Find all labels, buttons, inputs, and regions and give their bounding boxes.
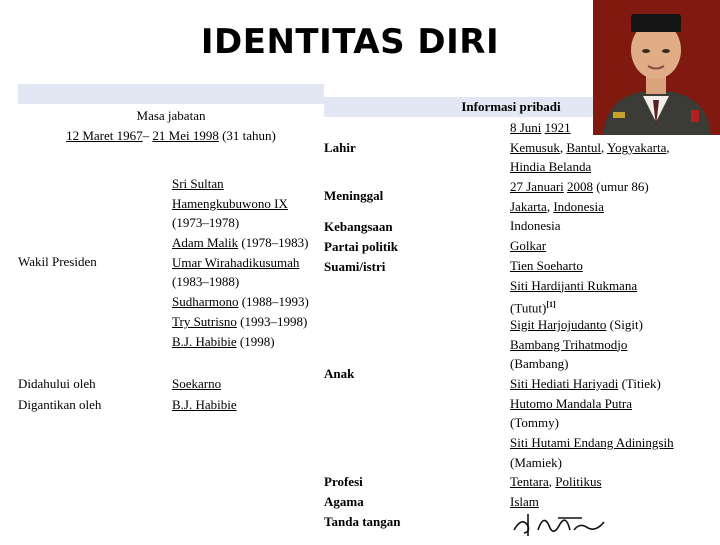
info-link[interactable]: Politikus: [555, 474, 601, 489]
term-separator: –: [142, 128, 153, 143]
vice-president-row: B.J. Habibie (1998): [172, 332, 309, 352]
vice-president-link[interactable]: Try Sutrisno: [172, 314, 237, 329]
info-value-row: Kemusuk, Bantul, Yogyakarta,: [510, 138, 674, 158]
info-value-row: Siti Hediati Hariyadi (Titiek): [510, 374, 674, 394]
info-value-row: Siti Hutami Endang Adiningsih: [510, 433, 674, 453]
vice-president-label: Wakil Presiden: [18, 254, 97, 269]
preceded-by-link[interactable]: Soekarno: [172, 376, 221, 391]
vice-president-link[interactable]: Umar Wirahadikusumah: [172, 255, 299, 270]
info-text: (Bambang): [510, 356, 569, 372]
info-link[interactable]: Hutomo Mandala Putra: [510, 396, 632, 411]
info-value-row: (Bambang): [510, 354, 674, 374]
info-value-row: Jakarta, Indonesia: [510, 197, 674, 217]
info-text: (umur 86): [593, 179, 649, 195]
info-value-row: Hindia Belanda: [510, 157, 674, 177]
vice-president-row: (1983–1988): [172, 272, 309, 292]
personal-info-values: 8 Juni 1921 Kemusuk, Bantul, Yogyakarta, H…: [510, 118, 674, 512]
info-value-row: (Tutut)[1]: [510, 295, 674, 315]
term-value: 12 Maret 1967– 21 Mei 1998 (31 tahun): [18, 126, 324, 146]
info-link[interactable]: 8 Juni: [510, 120, 541, 135]
vice-president-years: (1978–1983): [238, 235, 309, 251]
vice-president-years: (1988–1993): [238, 294, 309, 310]
info-value-row: (Tommy): [510, 413, 674, 433]
left-header-band: [18, 84, 324, 104]
children-label: Anak: [324, 366, 355, 381]
vice-president-row: Umar Wirahadikusumah: [172, 253, 309, 273]
info-text: (Sigit): [606, 316, 643, 332]
born-label: Lahir: [324, 140, 356, 155]
portrait-photo: [593, 0, 720, 135]
info-value-row: Golkar: [510, 236, 674, 256]
info-link[interactable]: Bambang Trihatmodjo: [510, 337, 627, 352]
term-end-link[interactable]: 21 Mei 1998: [152, 128, 218, 143]
info-link[interactable]: Hindia Belanda: [510, 159, 591, 174]
info-text: (Mamiek): [510, 454, 562, 470]
info-link[interactable]: Bantul: [566, 140, 601, 155]
info-link[interactable]: Tien Soeharto: [510, 258, 583, 273]
info-value-row: Tentara, Politikus: [510, 472, 674, 492]
vice-president-list: Sri Sultan Hamengkubuwono IX (1973–1978) Ad…: [172, 174, 309, 351]
nationality-label: Kebangsaan: [324, 219, 393, 234]
vice-president-row: Sudharmono (1988–1993): [172, 292, 309, 312]
vice-president-row: Try Sutrisno (1993–1998): [172, 312, 309, 332]
vice-president-row: Sri Sultan: [172, 174, 309, 194]
info-link[interactable]: Siti Hardijanti Rukmana: [510, 278, 637, 293]
vice-president-link[interactable]: B.J. Habibie: [172, 334, 237, 349]
info-link[interactable]: Sigit Harjojudanto: [510, 317, 606, 332]
vice-president-link[interactable]: Hamengkubuwono IX: [172, 196, 288, 211]
party-label: Partai politik: [324, 239, 399, 254]
info-value-row: (Mamiek): [510, 453, 674, 473]
info-link[interactable]: 2008: [567, 179, 593, 194]
term-start-link[interactable]: 12 Maret 1967: [66, 128, 143, 143]
vice-president-years: (1973–1978): [172, 215, 240, 231]
vice-president-link[interactable]: Sri Sultan: [172, 176, 224, 191]
info-text: (Titiek): [618, 375, 661, 391]
preceded-by-label: Didahului oleh: [18, 376, 96, 391]
info-value-row: Siti Hardijanti Rukmana: [510, 276, 674, 296]
reference-link[interactable]: [1]: [546, 300, 555, 309]
info-link[interactable]: Golkar: [510, 238, 546, 253]
vice-president-years: (1983–1988): [172, 274, 240, 290]
vice-president-link[interactable]: Sudharmono: [172, 294, 238, 309]
info-link[interactable]: Yogyakarta: [607, 140, 666, 155]
info-link[interactable]: Siti Hediati Hariyadi: [510, 376, 618, 391]
info-value-row: Indonesia: [510, 216, 674, 236]
vice-president-row: Adam Malik (1978–1983): [172, 233, 309, 253]
vice-president-years: (1993–1998): [236, 313, 308, 329]
vice-president-row: (1973–1978): [172, 213, 309, 233]
info-link[interactable]: Indonesia: [553, 199, 604, 214]
info-value-row: 8 Juni 1921: [510, 118, 674, 138]
profession-label: Profesi: [324, 474, 363, 489]
vice-president-link[interactable]: Adam Malik: [172, 235, 238, 250]
religion-label: Agama: [324, 494, 364, 509]
succeeded-by-link[interactable]: B.J. Habibie: [172, 397, 237, 412]
info-text: ,: [666, 139, 670, 155]
info-link[interactable]: Jakarta: [510, 199, 547, 214]
info-text: (Tommy): [510, 415, 559, 431]
vice-president-years: (1998): [236, 333, 275, 349]
info-value-row: Bambang Trihatmodjo: [510, 335, 674, 355]
personal-info-header: Informasi pribadi: [461, 99, 561, 114]
info-text: (Tutut): [510, 300, 547, 316]
info-value-row: Hutomo Mandala Putra: [510, 394, 674, 414]
info-text: Indonesia: [510, 218, 561, 234]
spouse-label: Suami/istri: [324, 259, 386, 274]
info-value-row: Tien Soeharto: [510, 256, 674, 276]
died-label: Meninggal: [324, 188, 384, 203]
info-value-row: Sigit Harjojudanto (Sigit): [510, 315, 674, 335]
info-link[interactable]: Tentara: [510, 474, 549, 489]
info-link[interactable]: 1921: [545, 120, 571, 135]
succeeded-by-label: Digantikan oleh: [18, 397, 102, 412]
signature-image: [510, 506, 610, 540]
info-link[interactable]: 27 Januari: [510, 179, 564, 194]
term-label: Masa jabatan: [136, 108, 206, 123]
info-link[interactable]: Kemusuk: [510, 140, 560, 155]
signature-label: Tanda tangan: [324, 514, 401, 529]
info-value-row: 27 Januari 2008 (umur 86): [510, 177, 674, 197]
vice-president-row: Hamengkubuwono IX: [172, 194, 309, 214]
info-link[interactable]: Siti Hutami Endang Adiningsih: [510, 435, 674, 450]
term-duration: (31 tahun): [218, 128, 276, 143]
